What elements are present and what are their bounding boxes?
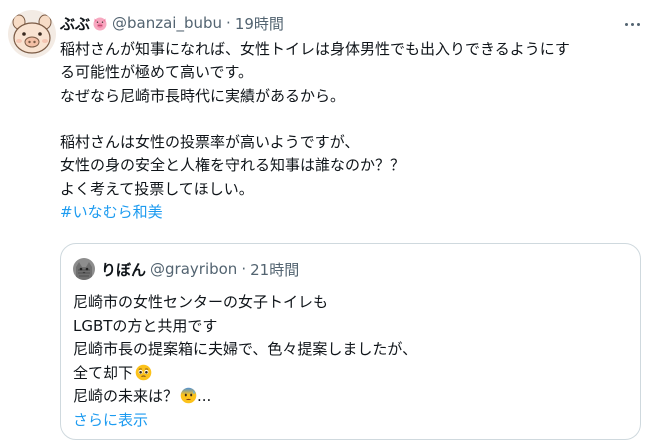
quoted-line: LGBTの方と共用です [73, 316, 218, 335]
tweet-line: よく考えて投票してほしい。 [60, 179, 254, 198]
quoted-ellipsis: ... [197, 387, 212, 405]
author-name[interactable]: ぶぶ [60, 13, 90, 34]
author-handle[interactable]: @banzai_bubu [112, 14, 222, 32]
quoted-timestamp: 21時間 [250, 260, 300, 279]
tweet-line: 稲村さんが知事になれば、女性トイレは身体男性でも出入りできるようにす [60, 40, 570, 58]
header-separator: · [226, 14, 231, 32]
quoted-line-wrap: 全て却下 [73, 362, 633, 386]
tweet-line: 稲村さんは女性の投票率が高いようですが、 [60, 133, 360, 152]
quoted-tweet-text: 尼崎市の女性センターの女子トイレも LGBTの方と共用です 尼崎市長の提案箱に夫… [73, 291, 633, 432]
tweet-timestamp[interactable]: 19時間 [235, 13, 284, 34]
pig-avatar-image [8, 10, 56, 58]
tweet-line: なぜなら尼崎市長時代に実績があるから。 [60, 86, 346, 105]
quoted-author-handle: @grayribon [150, 260, 238, 278]
pleading-face-icon [135, 364, 152, 381]
quoted-line-wrap: 尼崎の未来は？... [73, 385, 633, 409]
pig-face-icon [92, 15, 108, 31]
more-dots-icon[interactable] [618, 14, 646, 34]
quoted-header-separator: · [241, 260, 247, 278]
quoted-line: 尼崎市の女性センターの女子トイレも [73, 293, 329, 311]
quoted-line: 尼崎市長の提案箱に夫婦で、色々提案しましたが、 [73, 340, 418, 358]
anxious-face-icon [180, 387, 197, 404]
quoted-tweet[interactable]: りぼん @grayribon · 21時間 尼崎市の女性センターの女子トイレも … [60, 243, 641, 440]
cat-avatar-image [73, 258, 95, 280]
tweet-text: 稲村さんが知事になれば、女性トイレは身体男性でも出入りできるようにす る可能性が… [60, 38, 650, 224]
tweet-line: る可能性が極めて高いです。 [60, 63, 254, 82]
quoted-line: 尼崎の未来は？ [73, 387, 179, 405]
quoted-line: 全て却下 [73, 363, 134, 382]
tweet-card[interactable]: ぶぶ @banzai_bubu · 19時間 稲村さんが知事になれば、女性トイレ… [0, 0, 660, 448]
author-avatar[interactable] [8, 10, 56, 58]
quoted-tweet-header: りぼん @grayribon · 21時間 [73, 258, 299, 280]
tweet-line: 女性の身の安全と人権を守れる知事は誰なのか？？ [60, 156, 406, 175]
tweet-header: ぶぶ @banzai_bubu · 19時間 [60, 12, 620, 34]
quoted-author-name: りぼん [101, 260, 147, 279]
quoted-author-avatar [73, 258, 95, 280]
show-more-link[interactable]: さらに表示 [73, 409, 633, 433]
hashtag-link[interactable]: #いなむら和美 [60, 201, 650, 224]
